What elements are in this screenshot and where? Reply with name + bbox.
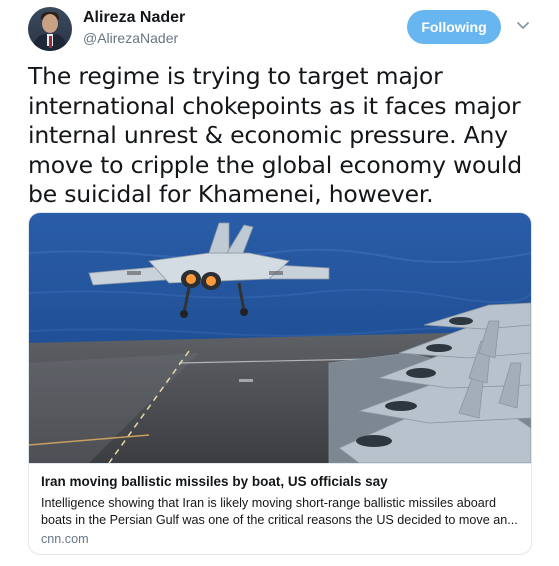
card-title[interactable]: Iran moving ballistic missiles by boat, …	[41, 474, 388, 489]
tweet-text: The regime is trying to target major int…	[28, 62, 522, 208]
card-description: Intelligence showing that Iran is likely…	[41, 496, 518, 527]
card-body[interactable]: Iran moving ballistic missiles by boat, …	[29, 463, 531, 554]
card-image[interactable]	[29, 213, 531, 463]
chevron-down-icon[interactable]	[517, 21, 529, 31]
card-domain: cnn.com	[41, 532, 89, 546]
link-card[interactable]: Iran moving ballistic missiles by boat, …	[28, 212, 532, 555]
avatar[interactable]	[28, 7, 72, 51]
following-button[interactable]: Following	[407, 10, 501, 44]
author-handle[interactable]: @AlirezaNader	[83, 30, 178, 46]
author-display-name[interactable]: Alireza Nader	[83, 9, 185, 27]
